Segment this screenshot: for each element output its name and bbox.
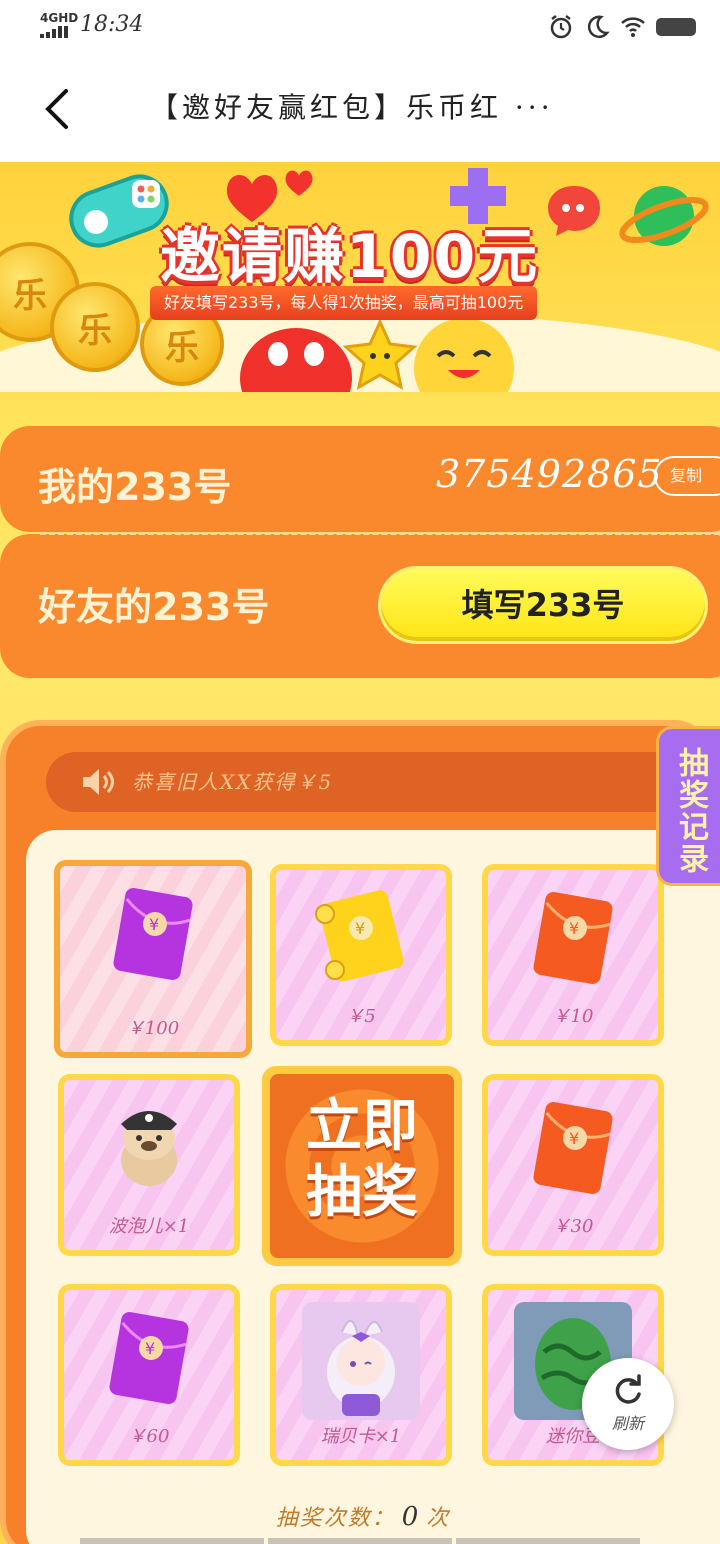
alarm-icon [550, 15, 572, 39]
wifi-icon [621, 17, 645, 37]
back-button[interactable] [36, 84, 76, 134]
fill-id-button[interactable]: 填写233号 [378, 566, 708, 644]
svg-text:¥: ¥ [149, 915, 159, 934]
prize-label: ￥30 [552, 1216, 594, 1237]
svg-text:¥: ¥ [355, 919, 365, 938]
red-envelope-purple-icon: ¥ [113, 888, 193, 980]
gamepad-icon [69, 174, 169, 248]
red-envelope-purple-icon: ¥ [109, 1312, 189, 1404]
draw-count-prefix: 抽奖次数： [275, 1506, 396, 1531]
invite-banner: 乐 乐 乐 邀请赚100元 好友填写233号，每人得1次抽奖，最高可抽100元 [0, 162, 720, 392]
red-envelope-orange-icon: ¥ [533, 892, 613, 984]
network-type: 4GHD [40, 11, 79, 25]
draw-button[interactable]: 立即 抽奖 [262, 1066, 462, 1266]
speaker-icon [83, 769, 114, 795]
my-id-value: 375492865 [436, 452, 663, 496]
prize-cell: ¥ ￥30 [482, 1074, 664, 1256]
red-envelope-orange-icon: ¥ [533, 1102, 613, 1194]
refresh-icon [615, 1374, 641, 1404]
records-tab[interactable]: 抽奖记录 [656, 726, 720, 886]
prize-cell: 瑞贝卡×1 [270, 1284, 452, 1466]
main-content: 乐 乐 乐 邀请赚100元 好友填写233号，每人得1次抽奖，最高可抽100元 … [0, 162, 720, 1544]
id-card: 我的233号 375492865 复制 好友的233号 填写233号 [0, 426, 720, 678]
girl-character-icon [302, 1302, 420, 1420]
prize-label: ￥60 [128, 1426, 170, 1447]
refresh-button[interactable]: 刷新 [582, 1358, 674, 1450]
clock: 18:34 [80, 12, 144, 37]
red-face-icon [240, 328, 352, 392]
planet-icon [619, 186, 709, 246]
prize-cell: ¥ ￥10 [482, 864, 664, 1046]
dashed-divider [40, 532, 720, 535]
draw-count-suffix: 次 [426, 1506, 451, 1531]
moon-icon [587, 15, 610, 39]
prize-label: 波泡儿×1 [108, 1216, 190, 1237]
my-id-label: 我的233号 [38, 465, 232, 509]
prize-cell: 波泡儿×1 [58, 1074, 240, 1256]
banner-title: 邀请赚100元 [160, 222, 540, 292]
nav-header: 【邀好友赢红包】乐币红 ··· [0, 56, 720, 162]
status-bar: 4GHD 18:34 [0, 0, 720, 56]
refresh-label: 刷新 [611, 1414, 644, 1433]
chat-bubble-icon [548, 186, 600, 236]
coin-icon: 乐 [50, 282, 140, 372]
battery-icon [656, 18, 696, 36]
draw-button-line1: 立即 [306, 1094, 418, 1159]
draw-count: 抽奖次数： 0 次 [6, 1500, 720, 1532]
winner-notice: 恭喜旧人XX获得￥5 [46, 752, 686, 812]
draw-count-value: 0 [401, 1502, 421, 1532]
heart-icon [285, 170, 313, 196]
copy-button[interactable]: 复制 [654, 456, 720, 496]
pirate-bear-icon [121, 1111, 177, 1186]
chevron-left-icon [45, 89, 68, 129]
prize-cell: ¥ ￥100 [54, 860, 252, 1058]
svg-text:¥: ¥ [145, 1339, 155, 1358]
signal-icon [40, 26, 70, 38]
bottom-indicator [80, 1538, 640, 1544]
draw-button-line2: 抽奖 [306, 1160, 418, 1225]
prize-cell: ¥ ￥5 [270, 864, 452, 1046]
notice-text: 恭喜旧人XX获得￥5 [132, 770, 334, 794]
smile-face-icon [414, 318, 514, 392]
banner-subtitle: 好友填写233号，每人得1次抽奖，最高可抽100元 [150, 286, 538, 320]
prize-cell: ¥ ￥60 [58, 1284, 240, 1466]
prize-label: ￥10 [552, 1006, 594, 1027]
friend-id-label: 好友的233号 [38, 585, 270, 629]
svg-text:¥: ¥ [569, 1129, 579, 1148]
prize-label: ￥100 [126, 1018, 180, 1039]
red-envelope-yellow-icon: ¥ [315, 890, 404, 982]
prize-label: 瑞贝卡×1 [320, 1426, 402, 1447]
svg-text:¥: ¥ [569, 919, 579, 938]
prize-label: ￥5 [346, 1006, 376, 1027]
page-title: 【邀好友赢红包】乐币红 ··· [150, 91, 554, 124]
